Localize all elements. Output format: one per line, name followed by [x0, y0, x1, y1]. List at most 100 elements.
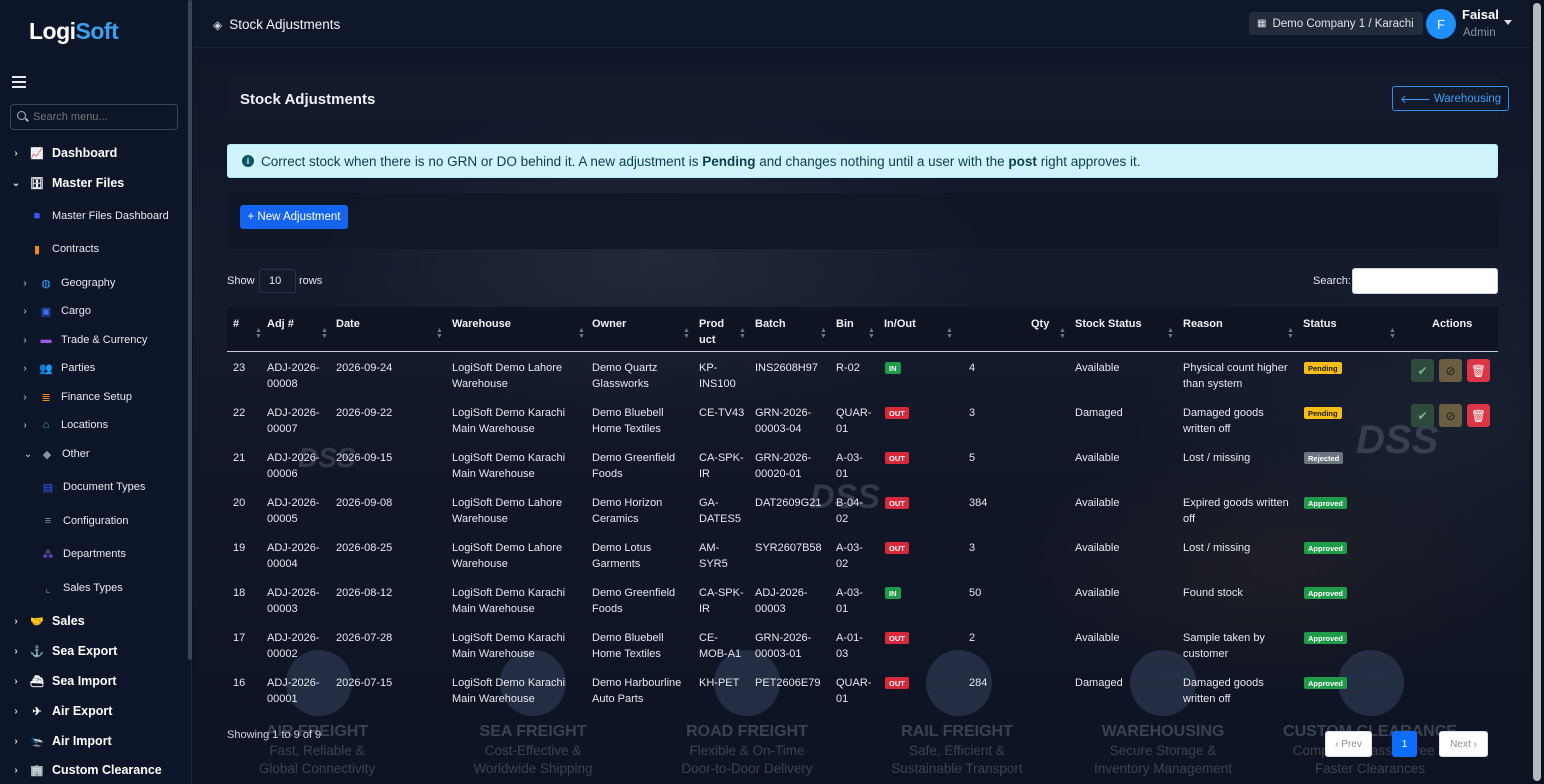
sidebar-item-sales-types[interactable]: ⌞ Sales Types [41, 578, 122, 598]
sidebar-item-contracts[interactable]: ▮ Contracts [30, 239, 99, 259]
sidebar-item-air-import[interactable]: › 🛬 Air Import [11, 731, 112, 751]
company-selector[interactable]: ▦ Demo Company 1 / Karachi [1249, 12, 1423, 35]
arrow-left-icon: 🡐 [1400, 93, 1431, 106]
sidebar-item-locations[interactable]: › ⌂ Locations [20, 415, 108, 435]
col-batch-header[interactable]: Batch [755, 316, 786, 332]
sidebar-scrollbar[interactable] [188, 0, 192, 660]
col-in-out-header[interactable]: In/Out [884, 316, 916, 332]
col-date-cell: 2026-09-15 [336, 452, 393, 464]
col-reason-header[interactable]: Reason [1183, 316, 1223, 332]
col-product-header[interactable]: Prod uct [699, 316, 724, 348]
col-reason-cell: Found stock [1183, 587, 1243, 599]
sidebar-item-document-types[interactable]: ▤ Document Types [41, 477, 146, 497]
col-status-header[interactable]: Status [1303, 316, 1337, 332]
table-search-input[interactable] [1352, 268, 1498, 294]
sidebar-item-air-export[interactable]: › ✈ Air Export [11, 701, 112, 721]
sidebar-search-input[interactable] [10, 104, 178, 130]
sort-icon[interactable]: ▲ ▼ [578, 327, 585, 340]
col-qty-header[interactable]: Qty [1031, 316, 1049, 332]
user-role: Admin [1463, 27, 1496, 39]
info-icon: i [242, 155, 254, 167]
sidebar-item-geography[interactable]: › ◍ Geography [20, 273, 115, 293]
sort-icon[interactable]: ▲ ▼ [739, 327, 746, 340]
col-number-header[interactable]: # [233, 316, 239, 332]
col-number-cell: 23 [233, 362, 246, 374]
user-name[interactable]: Faisal [1462, 7, 1499, 22]
sidebar-item-trade-currency[interactable]: › ▬ Trade & Currency [20, 330, 147, 350]
sidebar-item-sea-export[interactable]: › ⚓ Sea Export [11, 641, 117, 661]
col-reason-cell: Lost / missing [1183, 452, 1251, 464]
sort-icon[interactable]: ▲ ▼ [1167, 327, 1174, 340]
approve-button[interactable]: ✔ [1411, 359, 1434, 382]
sidebar-item-label: Departments [63, 548, 126, 560]
pagination-prev-button[interactable]: ‹ Prev [1325, 731, 1372, 757]
building-icon: ▦ [1257, 18, 1267, 29]
col-bin-header[interactable]: Bin [836, 316, 854, 332]
sidebar-item-parties[interactable]: › 👥 Parties [20, 358, 95, 378]
approve-button[interactable]: ✔ [1411, 404, 1434, 427]
status-badge: Rejected [1304, 452, 1344, 464]
sort-icon[interactable]: ▲ ▼ [820, 327, 827, 340]
status-badge: Pending [1304, 362, 1342, 374]
sidebar-item-departments[interactable]: ⁂ Departments [41, 544, 126, 564]
sort-icon[interactable]: ▲ ▼ [946, 327, 953, 340]
layers-icon: ◈ [213, 17, 223, 32]
reject-button[interactable]: ⊘ [1439, 404, 1462, 427]
rows-label: rows [299, 275, 323, 287]
sidebar-item-custom-clearance[interactable]: › 🏢 Custom Clearance [11, 760, 161, 780]
col-product-cell: CA-SPK- IR [699, 452, 744, 480]
building-icon: 🏢 [30, 764, 44, 777]
sidebar-item-label: Geography [61, 277, 116, 289]
col-qty-cell: 3 [969, 407, 976, 419]
col-date-cell: 2026-09-08 [336, 497, 393, 509]
delete-button[interactable]: 🗑 [1467, 359, 1490, 382]
chevron-right-icon: › [23, 277, 27, 289]
menu-toggle-icon[interactable] [12, 76, 26, 88]
new-adjustment-button[interactable]: + New Adjustment [240, 205, 348, 229]
col-warehouse-header[interactable]: Warehouse [452, 316, 511, 332]
database-icon: 🗄 [30, 177, 44, 190]
avatar-initial: F [1437, 16, 1445, 32]
col-date-header[interactable]: Date [336, 316, 360, 332]
coins-icon: ≣ [41, 391, 51, 404]
sort-icon[interactable]: ▲ ▼ [255, 327, 262, 340]
chevron-right-icon: › [23, 419, 27, 431]
sort-icon[interactable]: ▲ ▼ [321, 327, 328, 340]
delete-button[interactable]: 🗑 [1467, 404, 1490, 427]
sort-icon[interactable]: ▲ ▼ [1389, 327, 1396, 340]
col-adj-number-header[interactable]: Adj # [267, 316, 294, 332]
sidebar-item-master-files-dashboard[interactable]: ■ Master Files Dashboard [30, 206, 169, 226]
sort-icon[interactable]: ▲ ▼ [683, 327, 690, 340]
sort-icon[interactable]: ▲ ▼ [1287, 327, 1294, 340]
logo[interactable]: LogiSoft [29, 18, 119, 45]
reject-button[interactable]: ⊘ [1439, 359, 1462, 382]
sidebar-item-label: Sea Import [52, 674, 117, 688]
rows-per-page-select[interactable]: 10 [259, 269, 296, 293]
sidebar-item-finance-setup[interactable]: › ≣ Finance Setup [20, 387, 132, 407]
sidebar-item-other[interactable]: ⌄ ◆ Other [23, 444, 90, 464]
col-stock-status-cell: Available [1075, 587, 1120, 599]
page-scrollbar[interactable] [1533, 3, 1541, 781]
col-owner-cell: Demo Lotus Garments [592, 542, 652, 570]
col-adj-number-cell: ADJ-2026- 00003 [267, 587, 320, 615]
sidebar-item-master-files[interactable]: ⌄ 🗄 Master Files [11, 173, 124, 193]
pagination-page-1[interactable]: 1 [1392, 731, 1417, 757]
sidebar-item-sea-import[interactable]: › ⛴ Sea Import [11, 671, 117, 691]
sidebar-item-dashboard[interactable]: › 📈 Dashboard [11, 143, 117, 163]
sort-icon[interactable]: ▲ ▼ [868, 327, 875, 340]
sidebar-item-label: Air Import [52, 734, 112, 748]
col-batch-cell: GRN-2026- 00003-01 [755, 632, 812, 660]
sort-icon[interactable]: ▲ ▼ [1059, 327, 1066, 340]
avatar[interactable]: F [1426, 9, 1456, 39]
sidebar-item-cargo[interactable]: › ▣ Cargo [20, 301, 91, 321]
sidebar-item-sales[interactable]: › 🤝 Sales [11, 611, 84, 631]
back-to-warehousing-button[interactable]: 🡐 Warehousing [1392, 86, 1510, 111]
col-stock-status-header[interactable]: Stock Status [1075, 316, 1142, 332]
col-owner-header[interactable]: Owner [592, 316, 626, 332]
col-qty-cell: 50 [969, 587, 982, 599]
pagination-next-button[interactable]: Next › [1439, 731, 1488, 757]
sidebar-item-configuration[interactable]: ≡ Configuration [41, 511, 129, 531]
user-menu-caret-icon[interactable] [1504, 20, 1512, 25]
sort-icon[interactable]: ▲ ▼ [436, 327, 443, 340]
col-product-cell: CE- MOB-A1 [699, 632, 742, 660]
